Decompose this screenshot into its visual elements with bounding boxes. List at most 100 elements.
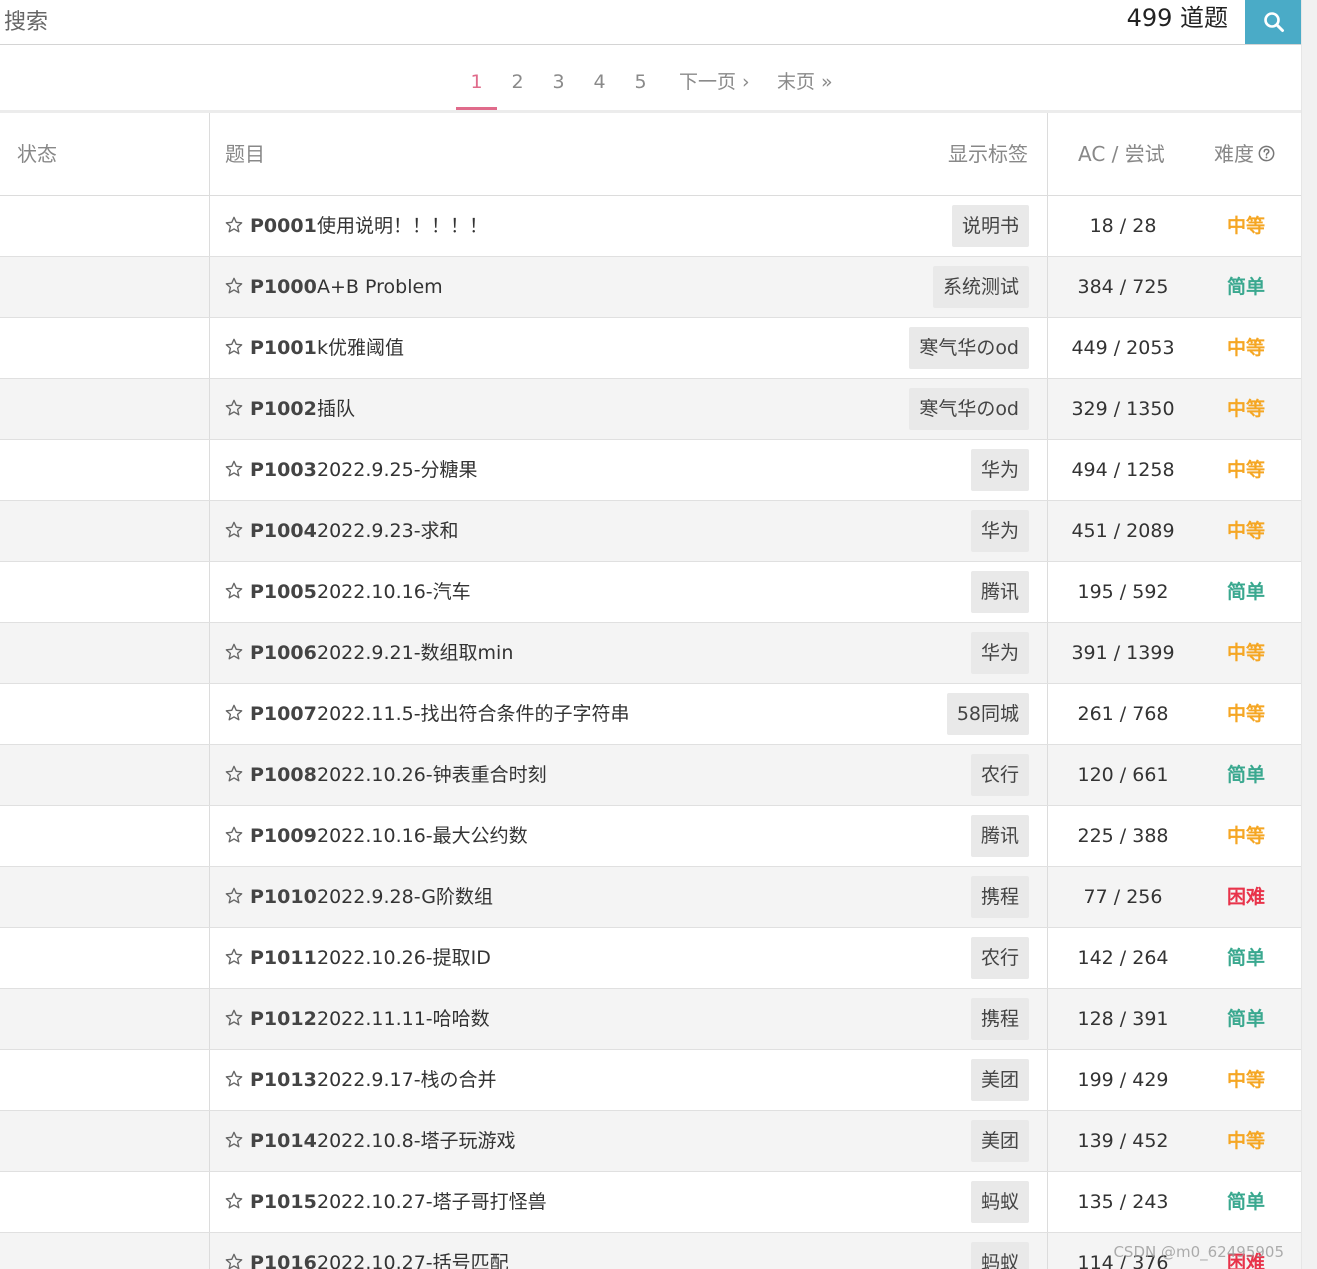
page-link-1[interactable]: 1 — [456, 60, 497, 110]
problem-tag[interactable]: 系统测试 — [932, 266, 1029, 308]
star-outline-icon[interactable] — [224, 1069, 244, 1089]
problem-title-link[interactable]: 2022.10.16-最大公约数 — [317, 806, 528, 866]
problem-title-link[interactable]: 2022.9.23-求和 — [317, 501, 459, 561]
problem-title-link[interactable]: 插队 — [317, 379, 355, 439]
problem-tag[interactable]: 蚂蚁 — [970, 1181, 1029, 1223]
table-row: P1012 2022.11.11-哈哈数 携程 128 / 391 简单 — [0, 989, 1302, 1050]
tag-container: 美团 — [970, 1059, 1029, 1101]
problem-title-link[interactable]: A+B Problem — [317, 257, 443, 317]
problem-tag[interactable]: 腾讯 — [970, 815, 1029, 857]
problem-id[interactable]: P1012 — [250, 989, 317, 1049]
problem-id[interactable]: P1002 — [250, 379, 317, 439]
problem-id[interactable]: P1006 — [250, 623, 317, 683]
difficulty-label: 中等 — [1226, 520, 1265, 542]
star-outline-icon[interactable] — [224, 1191, 244, 1211]
problem-tag[interactable]: 美团 — [970, 1120, 1029, 1162]
problem-list-page: 499 道题 12345下一页 ›末页 » 状态 题目 显示标签 AC / 尝试… — [0, 0, 1302, 1269]
problem-title-link[interactable]: 2022.11.5-找出符合条件的子字符串 — [317, 684, 630, 744]
star-outline-icon[interactable] — [224, 1252, 244, 1269]
star-outline-icon[interactable] — [224, 642, 244, 662]
difficulty-label: 简单 — [1226, 581, 1265, 603]
problem-title-link[interactable]: 2022.9.25-分糖果 — [317, 440, 478, 500]
table-row: P1007 2022.11.5-找出符合条件的子字符串 58同城 261 / 768 中… — [0, 684, 1302, 745]
scrollbar[interactable] — [1301, 0, 1317, 1269]
page-link-5[interactable]: 5 — [620, 60, 661, 107]
problem-id[interactable]: P1000 — [250, 257, 317, 317]
problem-tag[interactable]: 华为 — [970, 449, 1029, 491]
last-page-link[interactable]: 末页 » — [767, 60, 867, 107]
problem-id[interactable]: P1009 — [250, 806, 317, 866]
problem-id[interactable]: P1014 — [250, 1111, 317, 1171]
star-outline-icon[interactable] — [224, 825, 244, 845]
problem-tag[interactable]: 寒气华のod — [909, 327, 1029, 369]
column-divider — [209, 867, 210, 927]
question-circle-icon[interactable] — [1258, 145, 1275, 162]
table-body: P0001 使用说明！！！！！ 说明书 18 / 28 中等 P1000 A+B Probl… — [0, 196, 1302, 1269]
problem-tag[interactable]: 农行 — [970, 754, 1029, 796]
problem-tag[interactable]: 美团 — [970, 1059, 1029, 1101]
problem-title-link[interactable]: 使用说明！！！！！ — [317, 196, 488, 256]
star-outline-icon[interactable] — [224, 764, 244, 784]
problem-id[interactable]: P0001 — [250, 196, 317, 256]
next-page-link[interactable]: 下一页 › — [669, 60, 767, 107]
star-outline-icon[interactable] — [224, 215, 244, 235]
problem-id[interactable]: P1005 — [250, 562, 317, 622]
problem-id[interactable]: P1013 — [250, 1050, 317, 1110]
star-outline-icon[interactable] — [224, 520, 244, 540]
problem-id[interactable]: P1003 — [250, 440, 317, 500]
star-outline-icon[interactable] — [224, 1130, 244, 1150]
star-outline-icon[interactable] — [224, 337, 244, 357]
problem-title-link[interactable]: 2022.9.17-栈の合并 — [317, 1050, 497, 1110]
problem-tag[interactable]: 携程 — [970, 876, 1029, 918]
problem-id[interactable]: P1004 — [250, 501, 317, 561]
problem-tag[interactable]: 说明书 — [951, 205, 1029, 247]
problem-tag[interactable]: 农行 — [970, 937, 1029, 979]
problem-title-link[interactable]: 2022.10.26-提取ID — [317, 928, 491, 988]
problem-title-link[interactable]: k优雅阈值 — [317, 318, 404, 378]
table-row: P1001 k优雅阈值 寒气华のod 449 / 2053 中等 — [0, 318, 1302, 379]
problem-title-link[interactable]: 2022.10.8-塔子玩游戏 — [317, 1111, 516, 1171]
star-outline-icon[interactable] — [224, 398, 244, 418]
problem-tag[interactable]: 蚂蚁 — [970, 1242, 1029, 1269]
header-difficulty-label: 难度 — [1214, 142, 1254, 166]
page-link-2[interactable]: 2 — [497, 60, 538, 107]
star-outline-icon[interactable] — [224, 581, 244, 601]
problem-id[interactable]: P1001 — [250, 318, 317, 378]
problem-tag[interactable]: 携程 — [970, 998, 1029, 1040]
star-outline-icon[interactable] — [224, 1008, 244, 1028]
problem-tag[interactable]: 腾讯 — [970, 571, 1029, 613]
problem-tag[interactable]: 华为 — [970, 510, 1029, 552]
ac-attempts: 384 / 725 — [1077, 276, 1169, 298]
ac-attempts: 142 / 264 — [1077, 947, 1169, 969]
column-divider — [209, 1111, 210, 1171]
column-divider — [209, 745, 210, 805]
star-outline-icon[interactable] — [224, 459, 244, 479]
table-row: P1016 2022.10.27-括号匹配 蚂蚁 114 / 376 困难 — [0, 1233, 1302, 1269]
star-outline-icon[interactable] — [224, 886, 244, 906]
problem-id[interactable]: P1007 — [250, 684, 317, 744]
star-outline-icon[interactable] — [224, 276, 244, 296]
search-input[interactable] — [0, 0, 1104, 44]
problem-title-link[interactable]: 2022.10.27-括号匹配 — [317, 1233, 509, 1269]
page-link-4[interactable]: 4 — [579, 60, 620, 107]
problem-tag[interactable]: 寒气华のod — [909, 388, 1029, 430]
problem-id[interactable]: P1008 — [250, 745, 317, 805]
problem-tag[interactable]: 58同城 — [946, 693, 1029, 735]
star-outline-icon[interactable] — [224, 947, 244, 967]
page-link-3[interactable]: 3 — [538, 60, 579, 107]
star-outline-icon[interactable] — [224, 703, 244, 723]
problem-title-link[interactable]: 2022.10.16-汽车 — [317, 562, 471, 622]
problem-tag[interactable]: 华为 — [970, 632, 1029, 674]
header-show-tags[interactable]: 显示标签 — [948, 113, 1028, 195]
problem-title-link[interactable]: 2022.11.11-哈哈数 — [317, 989, 490, 1049]
search-button[interactable] — [1245, 0, 1302, 44]
problem-id[interactable]: P1016 — [250, 1233, 317, 1269]
problem-title-link[interactable]: 2022.9.28-G阶数组 — [317, 867, 493, 927]
tag-container: 蚂蚁 — [970, 1181, 1029, 1223]
problem-title-link[interactable]: 2022.10.27-塔子哥打怪兽 — [317, 1172, 547, 1232]
problem-id[interactable]: P1015 — [250, 1172, 317, 1232]
problem-title-link[interactable]: 2022.10.26-钟表重合时刻 — [317, 745, 547, 805]
problem-title-link[interactable]: 2022.9.21-数组取min — [317, 623, 513, 683]
problem-id[interactable]: P1011 — [250, 928, 317, 988]
problem-id[interactable]: P1010 — [250, 867, 317, 927]
